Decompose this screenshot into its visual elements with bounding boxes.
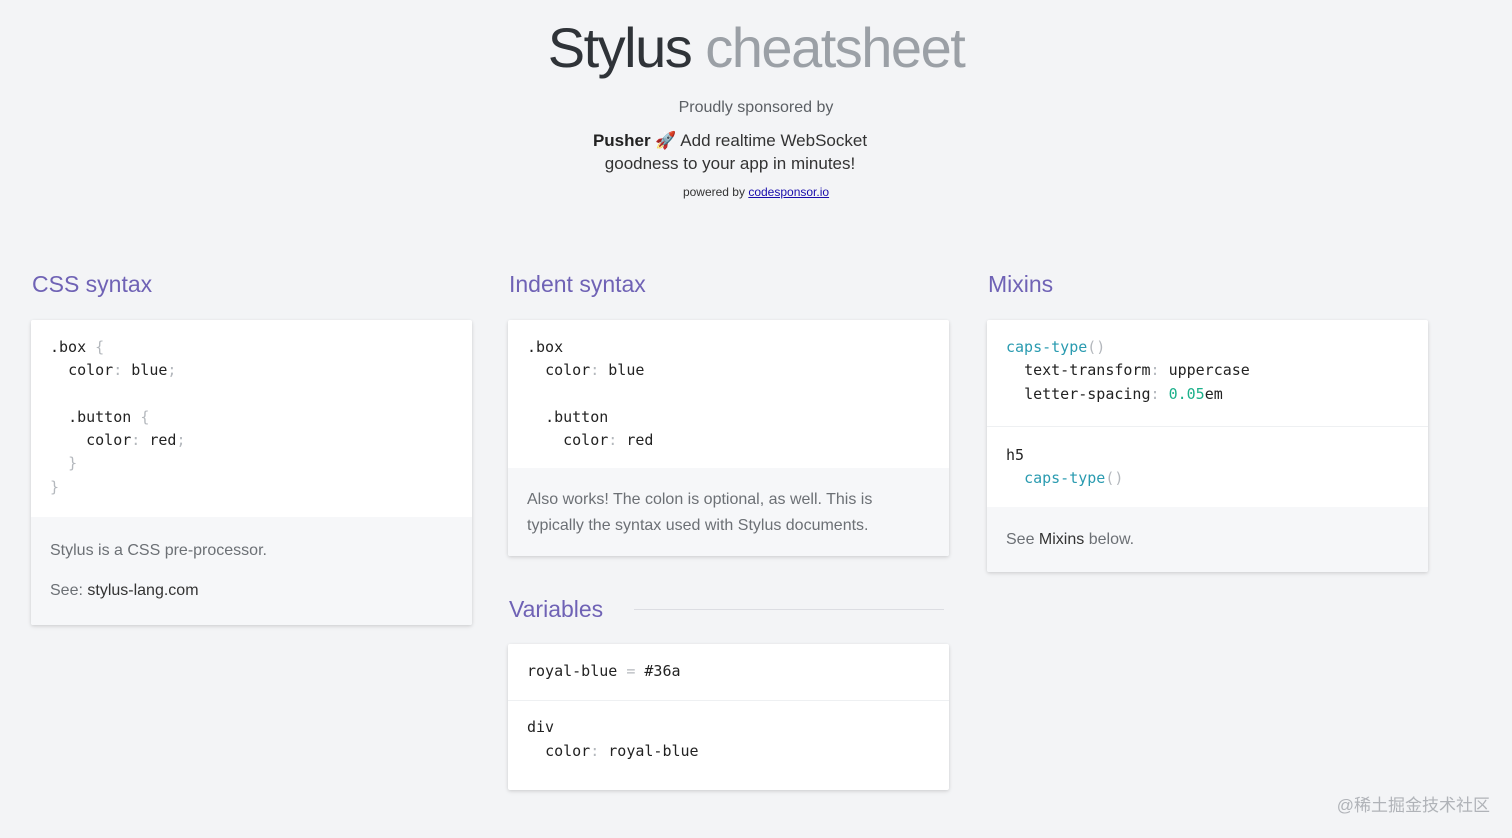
code-variables-2: div color: royal-blue — [508, 700, 949, 773]
code-css-syntax: .box { color: blue; .button { color: red… — [50, 338, 186, 496]
title-main: Stylus — [547, 16, 693, 79]
section-title-indent-syntax: Indent syntax — [509, 271, 646, 297]
card-variables: royal-blue = #36a div color: royal-blue — [508, 644, 949, 790]
card-css-syntax: .box { color: blue; .button { color: red… — [31, 320, 472, 626]
page-title: Stylus cheatsheet — [0, 14, 1512, 82]
code-mixins-1: caps-type() text-transform: uppercase le… — [1006, 338, 1250, 403]
code-mixins-2: h5 caps-type() — [987, 425, 1428, 508]
title-sub: cheatsheet — [705, 16, 965, 79]
rocket-icon: 🚀 — [655, 131, 677, 150]
code-indent-syntax: .box color: blue .button color: red — [527, 338, 654, 450]
note-text: See Mixins below. — [1006, 531, 1135, 549]
note-text: Also works! The colon is optional, as we… — [527, 491, 873, 535]
stylus-lang-link[interactable]: stylus-lang.com — [87, 582, 198, 599]
section-divider — [634, 609, 944, 610]
watermark: @稀土掘金技术社区 — [1336, 796, 1490, 815]
section-title-variables: Variables — [509, 596, 604, 622]
card-indent-syntax: .box color: blue .button color: red Also… — [508, 320, 949, 557]
powered-label: powered by — [682, 185, 745, 199]
note-text: Stylus is a CSS pre-processor. — [50, 542, 267, 560]
codesponsor-link[interactable]: codesponsor.io — [748, 185, 829, 199]
mixins-link[interactable]: Mixins — [1039, 531, 1084, 548]
card-mixins: caps-type() text-transform: uppercase le… — [987, 320, 1428, 573]
see-line: See: stylus-lang.com — [50, 582, 199, 600]
sponsor-name: Pusher — [592, 131, 651, 150]
sponsored-label: Proudly sponsored by — [678, 99, 834, 116]
note-indent-syntax: Also works! The colon is optional, as we… — [508, 468, 949, 557]
section-title-mixins: Mixins — [988, 271, 1054, 297]
note-css-syntax: Stylus is a CSS pre-processor. See: styl… — [31, 517, 472, 626]
code-variables-1: royal-blue = #36a — [527, 662, 681, 680]
sponsor-ad[interactable]: Pusher 🚀 Add realtime WebSocket goodness… — [570, 129, 890, 175]
powered-by: powered by codesponsor.io — [0, 185, 1512, 199]
section-title-css-syntax: CSS syntax — [32, 271, 153, 297]
note-mixins: See Mixins below. — [987, 507, 1428, 573]
